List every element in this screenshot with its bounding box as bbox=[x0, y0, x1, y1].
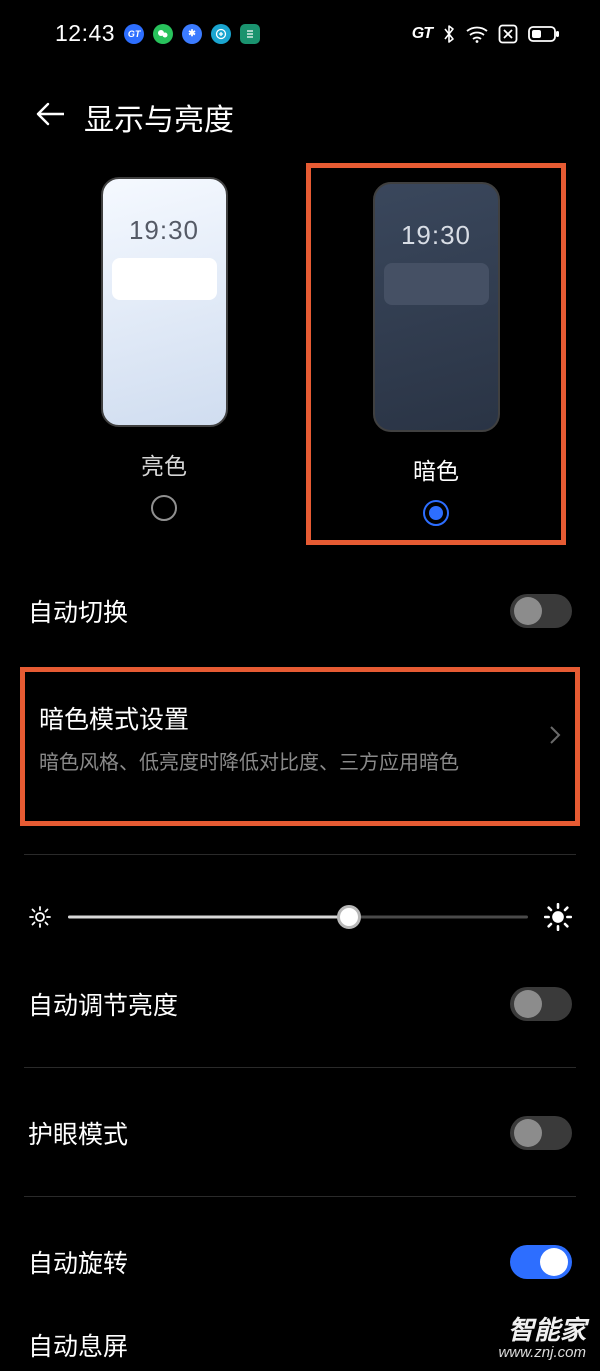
row-label: 自动旋转 bbox=[28, 1244, 128, 1280]
divider bbox=[24, 1196, 576, 1197]
radio-light[interactable] bbox=[151, 495, 177, 521]
brightness-low-icon bbox=[28, 905, 52, 929]
row-auto-switch[interactable]: 自动切换 bbox=[0, 575, 600, 647]
row-dark-mode-settings[interactable]: 暗色模式设置 暗色风格、低亮度时降低对比度、三方应用暗色 bbox=[20, 667, 580, 826]
divider bbox=[24, 1067, 576, 1068]
status-gt-icon: GT bbox=[124, 24, 144, 44]
row-eye-care[interactable]: 护眼模式 bbox=[0, 1098, 600, 1168]
toggle-auto-rotate[interactable] bbox=[510, 1245, 572, 1279]
brightness-slider-row bbox=[0, 855, 600, 951]
row-label: 自动调节亮度 bbox=[28, 986, 178, 1022]
row-subtitle: 暗色风格、低亮度时降低对比度、三方应用暗色 bbox=[39, 746, 459, 775]
watermark: 智能家 www.znj.com bbox=[498, 1316, 586, 1361]
battery-icon bbox=[528, 25, 560, 43]
chevron-right-icon bbox=[539, 725, 561, 751]
slider-fill bbox=[68, 916, 349, 919]
watermark-title: 智能家 bbox=[498, 1316, 586, 1345]
status-app1-icon bbox=[211, 24, 231, 44]
bluetooth-icon bbox=[442, 24, 456, 44]
toggle-auto-switch[interactable] bbox=[510, 594, 572, 628]
back-icon[interactable] bbox=[36, 100, 64, 134]
bluetooth-badge-icon: ✱ bbox=[182, 24, 202, 44]
page-title: 显示与亮度 bbox=[84, 95, 234, 139]
status-right: GT bbox=[412, 24, 560, 44]
row-label: 自动息屏 bbox=[28, 1327, 128, 1363]
row-label: 护眼模式 bbox=[28, 1115, 128, 1151]
status-left: 12:43 GT ✱ bbox=[55, 20, 260, 47]
gt-logo-icon: GT bbox=[412, 25, 432, 43]
preview-time: 19:30 bbox=[129, 215, 199, 246]
theme-preview-dark: 19:30 bbox=[373, 182, 500, 432]
theme-option-light[interactable]: 19:30 亮色 bbox=[34, 163, 294, 545]
slider-thumb[interactable] bbox=[337, 905, 361, 929]
radio-dark[interactable] bbox=[423, 500, 449, 526]
dnd-icon bbox=[498, 24, 518, 44]
status-time: 12:43 bbox=[55, 20, 115, 47]
preview-time: 19:30 bbox=[401, 220, 471, 251]
theme-label-dark: 暗色 bbox=[413, 452, 459, 486]
brightness-slider[interactable] bbox=[68, 905, 528, 929]
theme-label-light: 亮色 bbox=[141, 447, 187, 481]
wifi-icon bbox=[466, 25, 488, 43]
brightness-high-icon bbox=[544, 903, 572, 931]
preview-widget bbox=[384, 263, 489, 305]
row-label: 自动切换 bbox=[28, 593, 128, 629]
toggle-auto-brightness[interactable] bbox=[510, 987, 572, 1021]
status-app2-icon bbox=[240, 24, 260, 44]
theme-selector: 19:30 亮色 19:30 暗色 bbox=[0, 163, 600, 555]
row-title: 暗色模式设置 bbox=[39, 700, 459, 736]
row-auto-brightness[interactable]: 自动调节亮度 bbox=[0, 969, 600, 1039]
theme-option-dark[interactable]: 19:30 暗色 bbox=[306, 163, 566, 545]
theme-preview-light: 19:30 bbox=[101, 177, 228, 427]
status-bar: 12:43 GT ✱ GT bbox=[0, 0, 600, 55]
preview-widget bbox=[112, 258, 217, 300]
toggle-eye-care[interactable] bbox=[510, 1116, 572, 1150]
watermark-url: www.znj.com bbox=[498, 1345, 586, 1362]
header: 显示与亮度 bbox=[0, 55, 600, 163]
row-auto-rotate[interactable]: 自动旋转 bbox=[0, 1227, 600, 1297]
wechat-icon bbox=[153, 24, 173, 44]
